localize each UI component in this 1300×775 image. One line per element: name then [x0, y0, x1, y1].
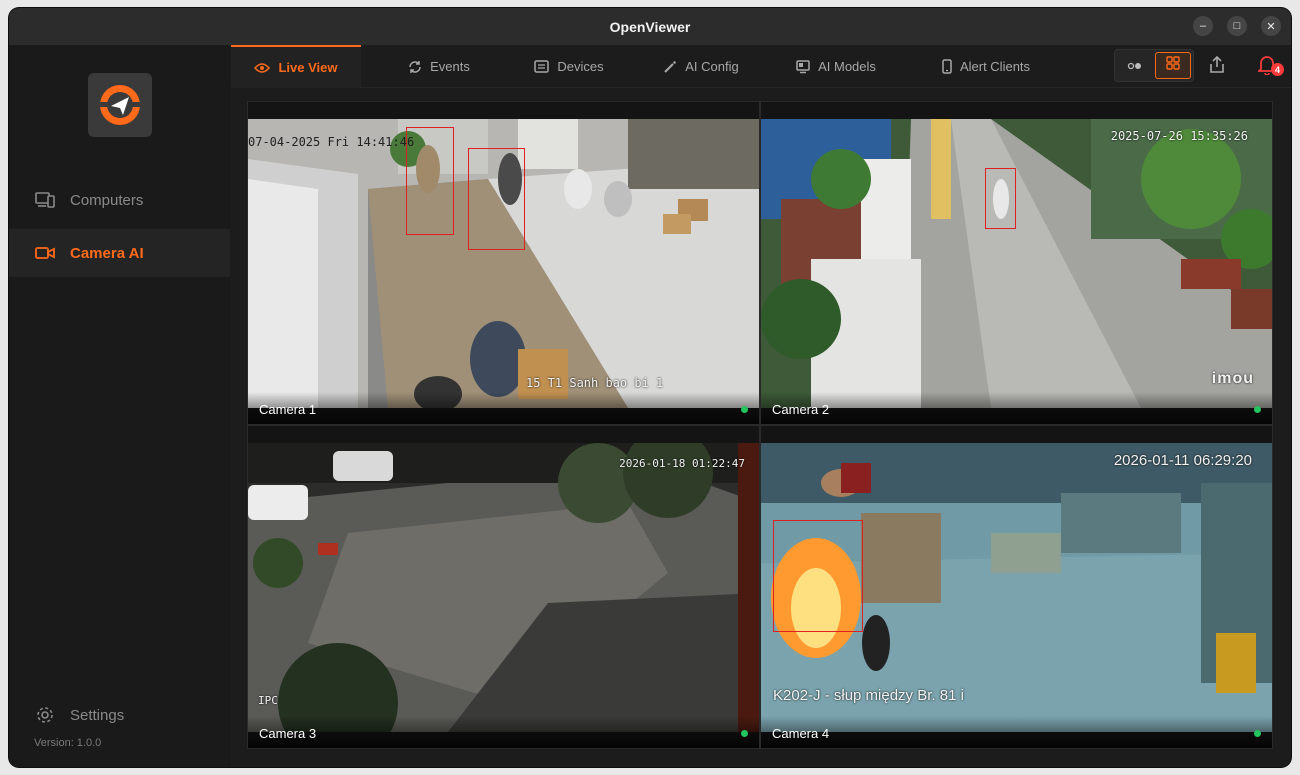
sidebar: Computers Camera AI Settings Version: 1.… [9, 45, 230, 767]
tab-label: Events [430, 59, 470, 74]
camera-label: Camera 3 [248, 716, 759, 748]
sidebar-item-label: Computers [70, 191, 144, 209]
camera-timestamp: 2025-07-26 15:35:26 [1110, 129, 1248, 143]
camera-grid: 07-04-2025 Fri 14:41:46 15 T1 Sanh bao b… [247, 101, 1274, 749]
tab-label: Live View [278, 60, 338, 75]
camera-watermark: imou [1211, 370, 1254, 387]
eye-icon [254, 62, 271, 74]
top-navigation: Live View Events Devices AI Config AI Mo… [230, 45, 1291, 88]
camera-icon [34, 242, 56, 264]
detection-box [468, 148, 525, 250]
version-text: Version: 1.0.0 [34, 737, 102, 749]
wand-icon [663, 60, 677, 74]
tab-ai-models[interactable]: AI Models [771, 45, 901, 88]
share-button[interactable] [1205, 55, 1229, 79]
grid-view-button[interactable] [1155, 52, 1191, 79]
maximize-button[interactable]: □ [1227, 16, 1247, 36]
tab-label: AI Config [685, 59, 739, 74]
maximize-icon: □ [1233, 20, 1241, 32]
camera-label: Camera 4 [761, 716, 1272, 748]
status-online-indicator [1254, 406, 1261, 413]
sidebar-item-label: Camera AI [70, 244, 144, 262]
status-online-indicator [741, 406, 748, 413]
camera-overlay-text: IPC [258, 694, 278, 707]
camera-tile[interactable]: 2025-07-26 15:35:26 imou Camera 2 [760, 101, 1273, 425]
computers-icon [34, 189, 56, 211]
camera-overlay-text: 15 T1 Sanh bao bi 1 [526, 376, 664, 390]
window-title: OpenViewer [609, 18, 691, 35]
view-mode-toggle [1114, 49, 1194, 82]
single-view-button[interactable] [1117, 52, 1153, 79]
camera-label: Camera 2 [761, 392, 1272, 424]
app-window: OpenViewer – □ ✕ Computers Camera AI Set… [9, 8, 1291, 767]
camera-timestamp: 07-04-2025 Fri 14:41:46 [248, 135, 415, 149]
grid-icon [1166, 56, 1180, 75]
sidebar-item-camera-ai[interactable]: Camera AI [9, 229, 230, 277]
status-online-indicator [741, 730, 748, 737]
devices-icon [534, 60, 550, 73]
close-icon: ✕ [1266, 20, 1276, 33]
tab-live-view[interactable]: Live View [231, 45, 361, 88]
phone-icon [942, 59, 952, 74]
tab-label: AI Models [818, 59, 876, 74]
share-icon [1209, 55, 1225, 79]
title-bar: OpenViewer – □ ✕ [9, 8, 1291, 45]
tab-label: Devices [557, 59, 604, 74]
notifications-button[interactable]: 4 [1256, 55, 1284, 79]
single-view-icon [1127, 57, 1143, 75]
close-button[interactable]: ✕ [1261, 16, 1281, 36]
tab-events[interactable]: Events [374, 45, 504, 88]
camera-overlay-text: K202-J - słup między Br. 81 i [773, 687, 964, 704]
gear-icon [34, 704, 56, 726]
camera-timestamp: 2026-01-11 06:29:20 [1113, 452, 1252, 469]
tab-ai-config[interactable]: AI Config [636, 45, 766, 88]
minimize-button[interactable]: – [1193, 16, 1213, 36]
camera-timestamp: 2026-01-18 01:22:47 [619, 457, 745, 470]
openviewer-logo-icon [88, 73, 152, 137]
tab-label: Alert Clients [959, 59, 1031, 74]
status-online-indicator [1254, 730, 1261, 737]
sidebar-item-settings[interactable]: Settings [9, 691, 230, 739]
tab-alert-clients[interactable]: Alert Clients [911, 45, 1061, 88]
minimize-icon: – [1199, 20, 1207, 32]
camera-tile[interactable]: 07-04-2025 Fri 14:41:46 15 T1 Sanh bao b… [247, 101, 760, 425]
notification-count-badge: 4 [1271, 63, 1284, 76]
detection-box [985, 168, 1016, 229]
sidebar-item-computers[interactable]: Computers [9, 176, 230, 224]
tab-devices[interactable]: Devices [504, 45, 634, 88]
refresh-icon [408, 60, 422, 74]
camera-feed [248, 428, 759, 748]
camera-feed [761, 119, 1272, 408]
model-icon [796, 59, 810, 74]
camera-tile[interactable]: 2026-01-11 06:29:20 K202-J - słup między… [760, 425, 1273, 749]
settings-label: Settings [70, 706, 125, 724]
detection-box [773, 520, 863, 632]
camera-tile[interactable]: 2026-01-18 01:22:47 IPC Camera 3 [247, 425, 760, 749]
camera-label: Camera 1 [248, 392, 759, 424]
